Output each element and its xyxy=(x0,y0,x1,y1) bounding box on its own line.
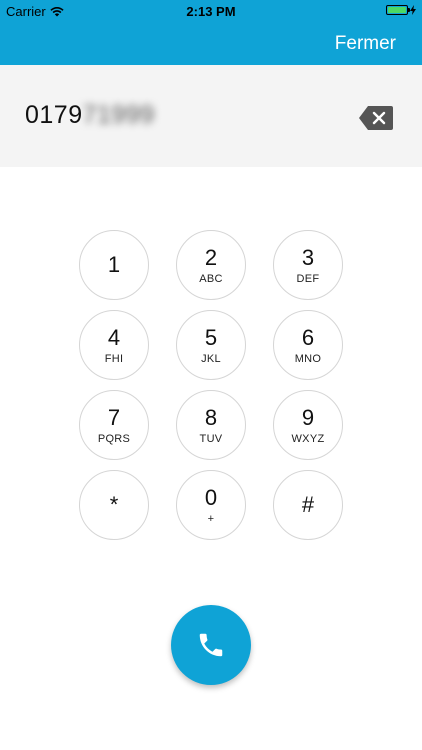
key-8[interactable]: 8 TUV xyxy=(176,390,246,460)
key-letters: JKL xyxy=(201,352,221,365)
key-digit: 4 xyxy=(107,324,121,350)
key-9[interactable]: 9 WXYZ xyxy=(273,390,343,460)
key-3[interactable]: 3 DEF xyxy=(273,230,343,300)
key-2[interactable]: 2 ABC xyxy=(176,230,246,300)
key-digit: 3 xyxy=(301,244,315,270)
key-digit: 2 xyxy=(204,244,218,270)
app-header: Carrier 2:13 PM Fermer xyxy=(0,0,422,65)
key-digit: * xyxy=(109,492,119,517)
backspace-icon[interactable] xyxy=(358,105,394,131)
key-letters: TUV xyxy=(199,432,223,445)
key-digit: 8 xyxy=(204,404,218,430)
key-star[interactable]: * xyxy=(79,470,149,540)
key-letters: MNO xyxy=(294,352,322,365)
dialed-number-visible: 0179 xyxy=(25,101,83,129)
close-button[interactable]: Fermer xyxy=(335,33,396,55)
battery-icon xyxy=(386,5,410,15)
key-letters: DEF xyxy=(296,272,320,285)
key-5[interactable]: 5 JKL xyxy=(176,310,246,380)
key-digit: 7 xyxy=(107,404,121,430)
key-hash[interactable]: # xyxy=(273,470,343,540)
dialed-number-blurred: 71999 xyxy=(82,101,155,129)
status-bar: Carrier 2:13 PM xyxy=(0,0,422,22)
phone-icon xyxy=(199,633,223,657)
key-letters: FHI xyxy=(104,352,124,365)
key-letters: WXYZ xyxy=(291,432,325,445)
dialed-number: 017971999 xyxy=(25,101,155,130)
key-letters: + xyxy=(207,512,215,525)
key-7[interactable]: 7 PQRS xyxy=(79,390,149,460)
key-digit: 1 xyxy=(107,252,121,277)
battery-indicator xyxy=(386,5,416,15)
key-1[interactable]: 1 xyxy=(79,230,149,300)
number-display: 017971999 xyxy=(0,65,422,167)
dialer-screen: Carrier 2:13 PM Fermer 017971999 1 2 ABC… xyxy=(0,0,422,750)
key-digit: 0 xyxy=(204,484,218,510)
key-letters: ABC xyxy=(199,272,223,285)
key-digit: 9 xyxy=(301,404,315,430)
status-time: 2:13 PM xyxy=(186,4,236,19)
key-digit: # xyxy=(301,492,315,517)
call-button[interactable] xyxy=(171,605,251,685)
key-digit: 5 xyxy=(204,324,218,350)
key-letters: PQRS xyxy=(97,432,131,445)
key-digit: 6 xyxy=(301,324,315,350)
bolt-icon xyxy=(410,5,416,15)
key-6[interactable]: 6 MNO xyxy=(273,310,343,380)
key-0[interactable]: 0 + xyxy=(176,470,246,540)
battery-fill xyxy=(388,7,406,13)
key-4[interactable]: 4 FHI xyxy=(79,310,149,380)
